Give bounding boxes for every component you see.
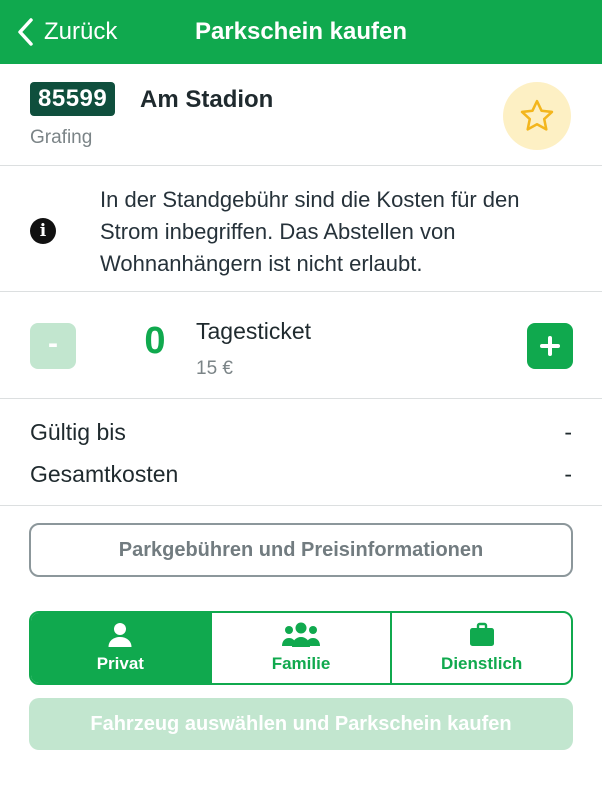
plus-icon xyxy=(540,336,560,356)
usage-type-selector: Privat Familie Dienstlich xyxy=(29,611,573,685)
favorite-button[interactable] xyxy=(503,82,571,150)
usage-option-label: Dienstlich xyxy=(441,654,523,673)
usage-option-label: Familie xyxy=(271,654,331,673)
page-title-text: Parkschein kaufen xyxy=(194,18,408,45)
info-icon: i xyxy=(30,218,56,244)
usage-option-familie[interactable]: Familie xyxy=(209,613,391,683)
valid-until-row: Gültig bis - xyxy=(30,419,572,446)
nav-bar: Zurück Parkschein kaufen xyxy=(0,0,602,64)
valid-until-value: - xyxy=(564,419,572,445)
ticket-price: 15 € xyxy=(196,358,233,379)
family-icon xyxy=(282,622,320,647)
total-value: - xyxy=(564,461,572,487)
usage-option-label: Privat xyxy=(96,654,144,673)
decrease-button[interactable]: - xyxy=(30,323,76,369)
zone-name: Am Stadion xyxy=(140,86,274,113)
total-label: Gesamtkosten xyxy=(30,461,179,487)
valid-until-label: Gültig bis xyxy=(30,419,126,445)
star-icon xyxy=(520,99,554,131)
summary-section: Gültig bis - Gesamtkosten - xyxy=(0,399,602,506)
total-row: Gesamtkosten - xyxy=(30,461,572,488)
increase-button[interactable] xyxy=(527,323,573,369)
page-title: Parkschein kaufen xyxy=(0,18,602,46)
buy-ticket-button[interactable]: Fahrzeug auswählen und Parkschein kaufen xyxy=(29,698,573,750)
usage-option-dienstlich[interactable]: Dienstlich xyxy=(390,613,571,683)
info-section: i In der Standgebühr sind die Kosten für… xyxy=(0,166,602,292)
person-icon xyxy=(108,623,132,647)
ticket-quantity: 0 xyxy=(144,320,166,362)
ticket-selector: - 0 Tagesticket 15 € xyxy=(0,292,602,399)
briefcase-icon xyxy=(469,622,494,646)
zone-header: 85599 Am Stadion Grafing xyxy=(0,64,602,166)
ticket-name: Tagesticket xyxy=(196,318,312,344)
info-text: In der Standgebühr sind die Kosten für d… xyxy=(100,187,520,276)
price-info-button[interactable]: Parkgebühren und Preisinformationen xyxy=(29,523,573,577)
usage-option-privat[interactable]: Privat xyxy=(31,613,210,683)
zone-city: Grafing xyxy=(30,127,93,148)
zone-number-badge: 85599 xyxy=(30,82,116,116)
